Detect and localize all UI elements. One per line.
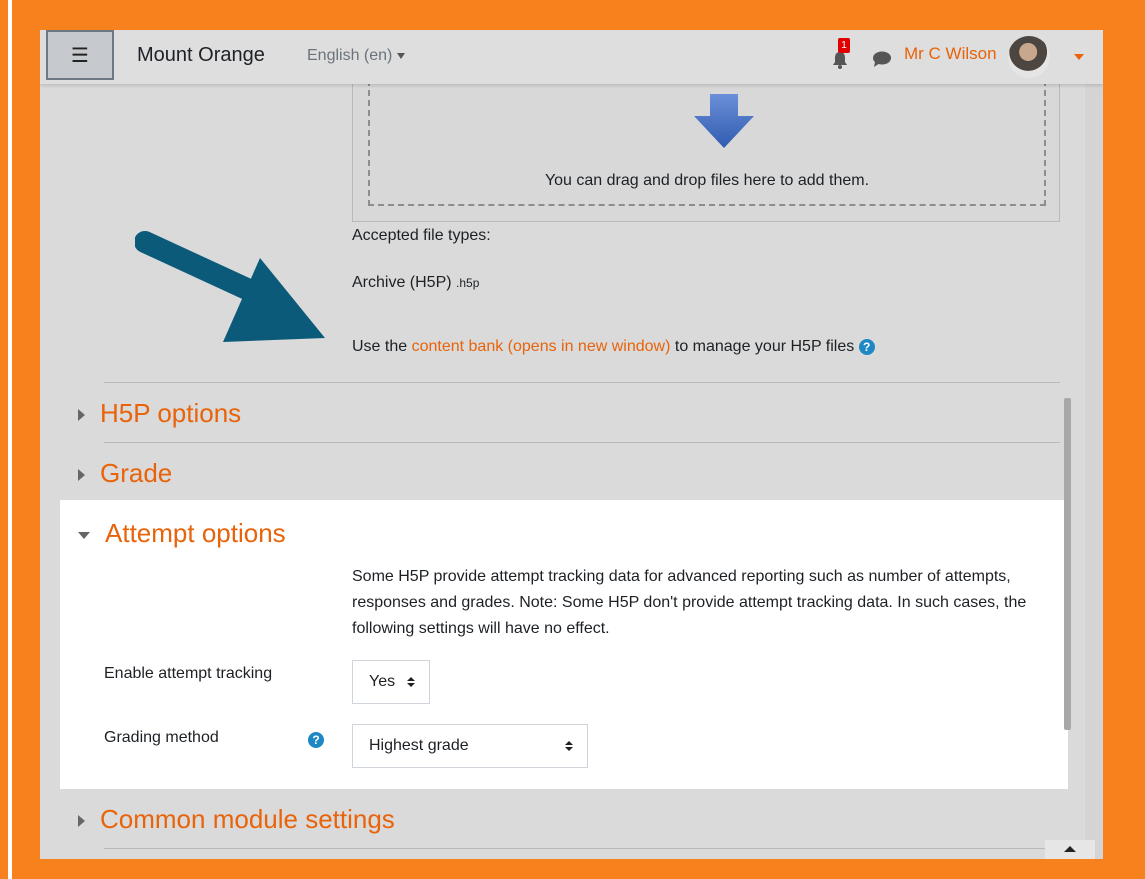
bell-icon[interactable] [830,50,850,70]
divider [104,442,1060,443]
tracking-value: Yes [369,673,396,690]
site-name[interactable]: Mount Orange [137,44,265,67]
tracking-select[interactable]: Yes [352,660,430,704]
language-menu[interactable]: English (en) [307,47,406,65]
scrollbar-thumb[interactable] [1064,398,1071,730]
browser-viewport: You can drag and drop files here to add … [40,30,1103,859]
scrollbar-track[interactable] [1085,84,1103,859]
archive-type: Archive (H5P) .h5p [352,274,479,292]
top-navbar: ☰ Mount Orange English (en) 1 Mr C Wilso… [40,30,1103,84]
section-grade[interactable]: Grade [78,458,172,489]
section-common-module-settings[interactable]: Common module settings [78,804,395,835]
annotation-arrow-icon [135,231,325,342]
grading-help-icon[interactable]: ? [308,732,324,748]
section-attempt-options-label: Attempt options [105,518,286,548]
section-h5p-options-label: H5P options [100,398,242,428]
expand-icon [78,409,85,422]
avatar[interactable] [1008,36,1050,78]
section-grade-label: Grade [100,458,173,488]
content-bank-link[interactable]: content bank (opens in new window) [412,338,671,355]
attempt-options-panel: Attempt options Some H5P provide attempt… [60,500,1068,789]
grading-value: Highest grade [369,737,469,754]
left-edge-line [8,0,12,879]
notification-badge: 1 [838,38,850,53]
section-h5p-options[interactable]: H5P options [78,398,241,429]
content-bank-pre: Use the [352,338,412,355]
expand-icon [78,815,85,828]
collapse-icon [78,531,90,539]
chevron-down-icon [397,52,406,59]
expand-icon [78,469,85,482]
divider [104,382,1060,383]
user-name[interactable]: Mr C Wilson [904,44,997,64]
help-icon[interactable]: ? [858,338,875,355]
accepted-types-label: Accepted file types: [352,227,491,244]
content-bank-line: Use the content bank (opens in new windo… [352,338,875,356]
archive-type-label: Archive (H5P) [352,274,452,291]
attempt-description: Some H5P provide attempt tracking data f… [352,568,1027,637]
download-arrow-icon [694,94,754,148]
menu-toggle-button[interactable]: ☰ [46,30,114,80]
drop-hint-text: You can drag and drop files here to add … [544,172,870,189]
chevron-up-icon [1064,846,1076,852]
language-label: English (en) [307,47,393,64]
content-bank-post: to manage your H5P files [670,338,855,355]
archive-extension: .h5p [456,276,480,290]
back-to-top-button[interactable] [1045,840,1095,859]
grading-label: Grading method [104,729,219,746]
tracking-label: Enable attempt tracking [104,665,273,682]
select-arrows-icon [565,741,573,751]
section-common-module-settings-label: Common module settings [100,804,395,834]
divider [104,848,1060,849]
select-arrows-icon [407,677,415,687]
user-menu-chevron-icon[interactable] [1074,54,1084,60]
grading-select[interactable]: Highest grade [352,724,588,768]
hamburger-icon: ☰ [71,44,89,67]
chat-icon[interactable] [872,50,892,68]
section-attempt-options[interactable]: Attempt options [78,518,286,549]
